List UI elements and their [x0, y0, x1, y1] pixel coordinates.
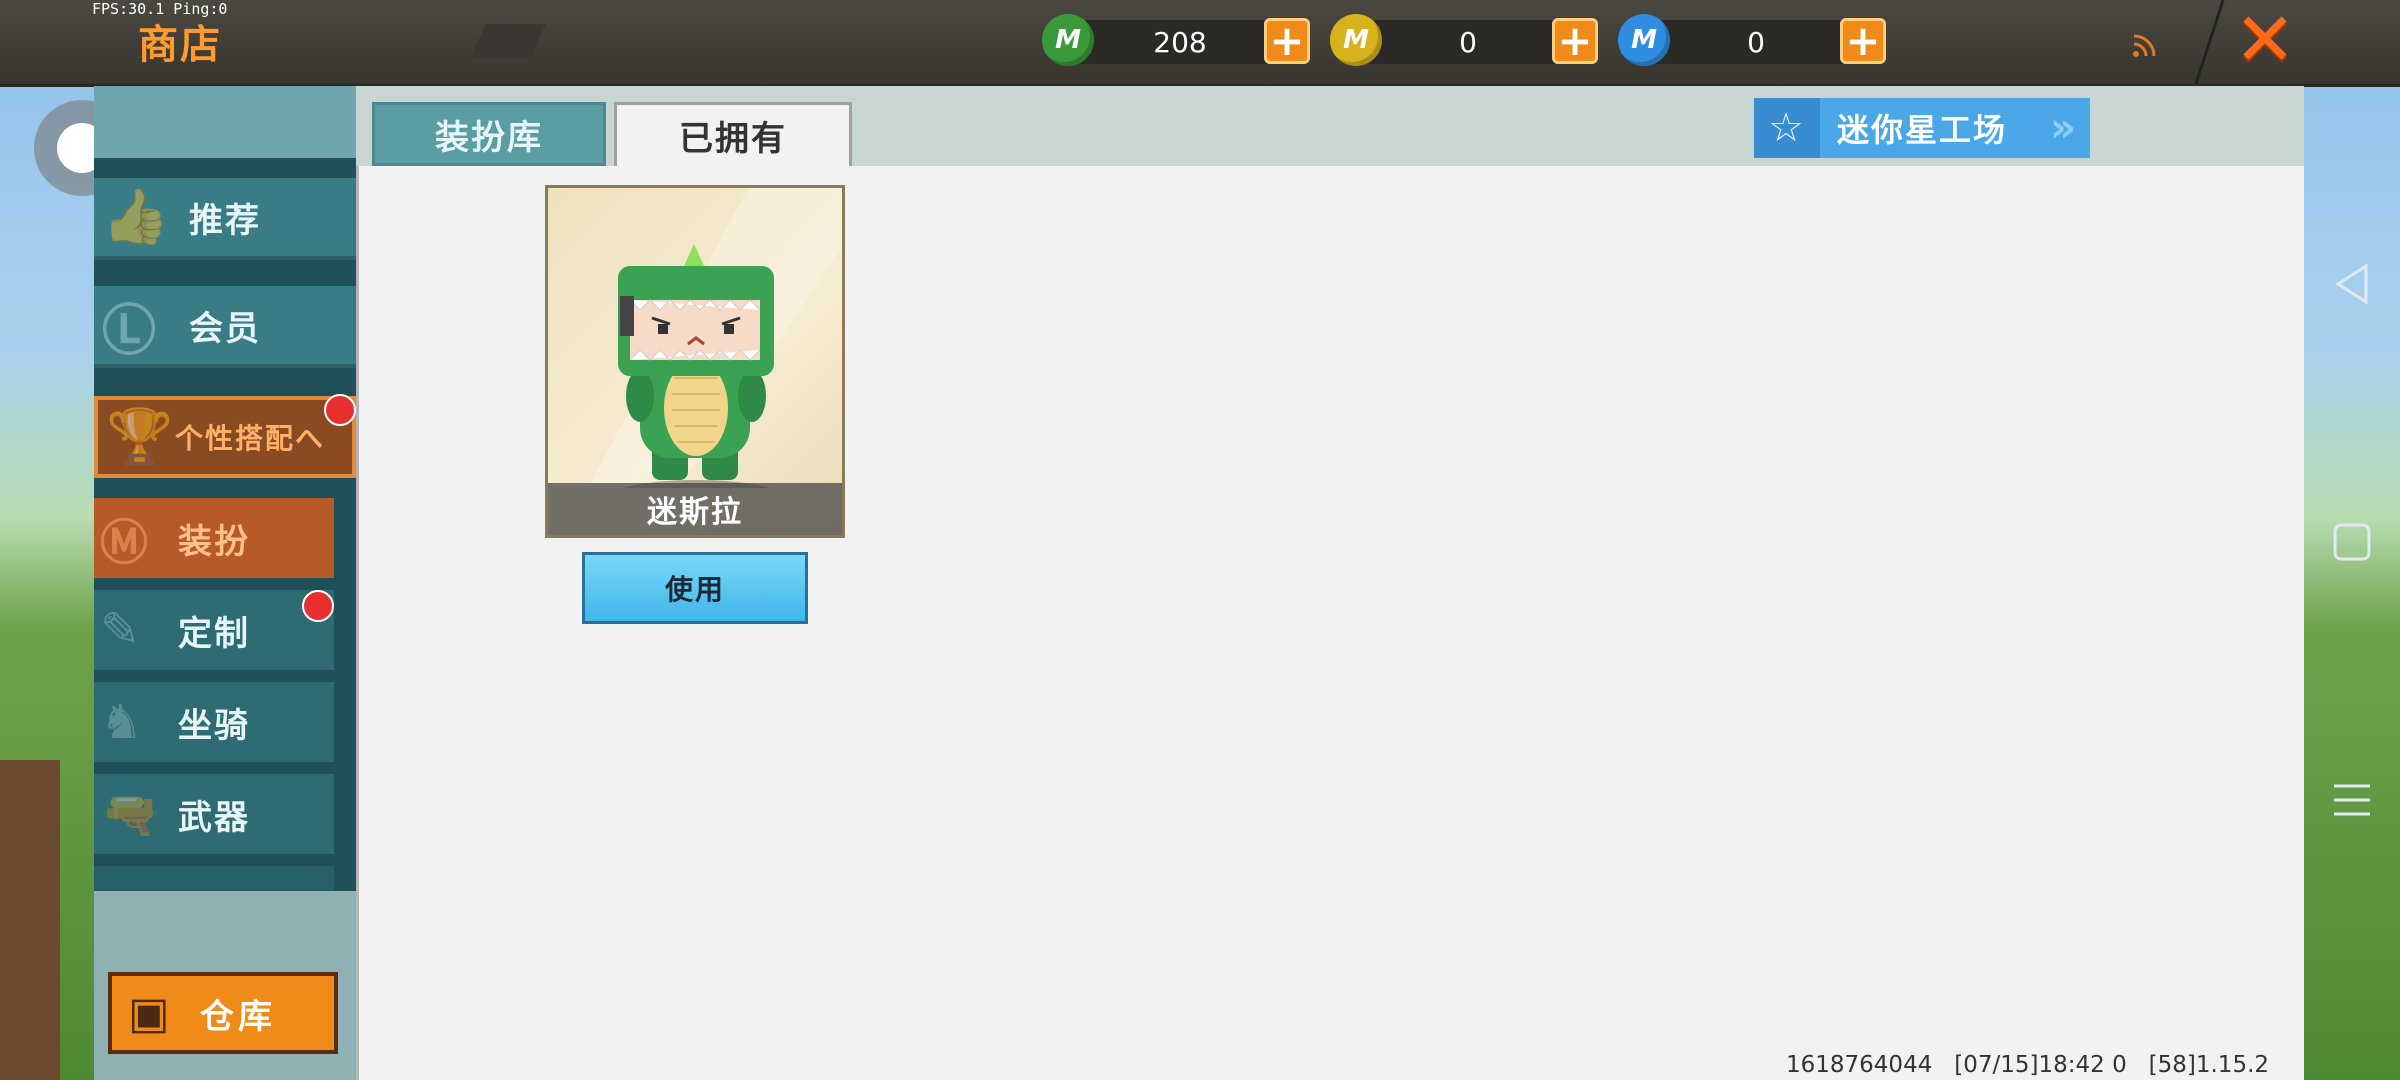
header-divider: [2194, 0, 2225, 84]
gold-coin-value: 0: [1459, 26, 1477, 59]
item-card[interactable]: 迷斯拉: [545, 185, 845, 538]
revolver-icon: 🔫: [100, 786, 162, 843]
notification-dot: [324, 394, 356, 426]
mount-icon: ♞: [100, 694, 146, 750]
trophy-icon: 🏆: [106, 405, 176, 468]
warehouse-label: 仓库: [200, 996, 276, 1037]
sidebar-subitem-label: 武器: [178, 797, 250, 838]
sidebar-subitem-custom[interactable]: ✎ 定制: [94, 590, 334, 670]
menu-lines-icon[interactable]: [2324, 772, 2380, 828]
sidebar-item-label: 推荐: [189, 200, 261, 241]
sidebar-subitem-partial: [94, 866, 334, 890]
treasure-chest-icon: ▣: [128, 987, 174, 1039]
pencil-icon: ✎: [100, 602, 143, 658]
add-gold-coin-button[interactable]: +: [1552, 18, 1598, 64]
sidebar-item-personal-style[interactable]: 🏆 个性搭配へ: [94, 396, 356, 478]
sidebar-top: [94, 86, 356, 158]
home-square-icon[interactable]: [2324, 514, 2380, 570]
item-name: 迷斯拉: [548, 483, 842, 535]
sidebar-subitem-label: 装扮: [178, 521, 250, 562]
page-title: 商店: [138, 22, 222, 68]
notification-dot: [302, 590, 334, 622]
m-shirt-icon: Ⓜ: [100, 515, 151, 571]
version-info: 1618764044 [07/15]18:42 0 [58]1.15.2: [1786, 1052, 2270, 1078]
tab-owned[interactable]: 已拥有: [614, 102, 852, 166]
header-decoration: [470, 24, 546, 58]
blue-mini-coin-icon: M: [1618, 14, 1670, 66]
green-coin-value: 208: [1153, 26, 1207, 59]
sidebar-subitem-weapon[interactable]: 🔫 武器: [94, 774, 334, 854]
sidebar-item-vip[interactable]: Ⓛ 会员: [94, 286, 356, 368]
green-mini-coin-icon: M: [1042, 14, 1094, 66]
gold-mini-coin-icon: M: [1330, 14, 1382, 66]
dinosaur-costume-image: [588, 188, 842, 488]
workshop-label: 迷你星工场: [1836, 111, 2007, 149]
system-nav-bar: [2304, 86, 2400, 1080]
sidebar-subitem-label: 定制: [178, 613, 250, 654]
sidebar-subitem-label: 坐骑: [178, 705, 250, 746]
sidebar-item-recommend[interactable]: 👍 推荐: [94, 178, 356, 260]
add-blue-coin-button[interactable]: +: [1840, 18, 1886, 64]
top-bar: FPS:30.1 Ping:0 商店 M 208 + M 0 + M 0 + ✕: [0, 0, 2400, 87]
tab-outfit-library[interactable]: 装扮库: [372, 102, 606, 166]
mini-workshop-button[interactable]: ☆ 迷你星工场 »: [1754, 98, 2090, 158]
use-button[interactable]: 使用: [582, 552, 808, 624]
warehouse-button[interactable]: ▣ 仓库: [108, 972, 338, 1054]
sidebar-item-label: 会员: [189, 308, 261, 349]
blue-coin-value: 0: [1747, 26, 1765, 59]
chevron-right-icon: »: [2050, 105, 2078, 151]
vip-badge-icon: Ⓛ: [102, 298, 158, 362]
thumbs-up-icon: 👍: [102, 185, 172, 248]
sidebar-item-label: 个性搭配へ: [174, 422, 325, 455]
sidebar-subitem-mount[interactable]: ♞ 坐骑: [94, 682, 334, 762]
rss-signal-icon: [2130, 30, 2160, 67]
background-block: [0, 760, 60, 1080]
back-triangle-icon[interactable]: [2324, 256, 2380, 312]
sidebar: 👍 推荐 Ⓛ 会员 🏆 个性搭配へ Ⓜ 装扮 ✎ 定制 ♞ 坐骑 🔫 武器 ▣ …: [94, 86, 356, 1080]
close-button[interactable]: ✕: [2230, 3, 2300, 77]
add-green-coin-button[interactable]: +: [1264, 18, 1310, 64]
star-icon: ☆: [1754, 98, 1820, 158]
sidebar-subitem-outfit[interactable]: Ⓜ 装扮: [94, 498, 334, 578]
